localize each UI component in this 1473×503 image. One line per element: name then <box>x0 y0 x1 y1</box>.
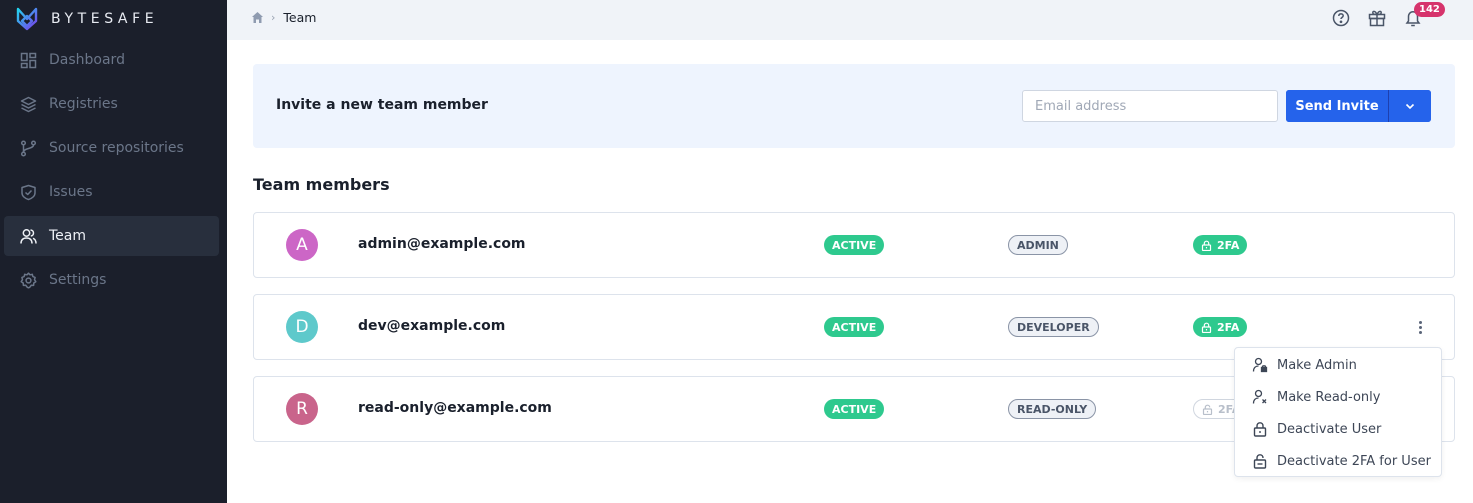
sidebar-item-label: Dashboard <box>49 52 125 68</box>
role-badge: READ-ONLY <box>1008 399 1097 419</box>
unlock-icon <box>1202 404 1213 415</box>
notification-count-badge: 142 <box>1414 2 1445 17</box>
more-options-button[interactable] <box>1412 317 1428 337</box>
invite-panel: Invite a new team member Send Invite <box>253 64 1455 148</box>
menu-item-deactivate-user[interactable]: Deactivate User <box>1235 413 1441 445</box>
bytesafe-logo-icon <box>16 7 38 31</box>
menu-item-label: Make Admin <box>1277 357 1357 373</box>
sidebar-item-issues[interactable]: Issues <box>4 172 219 212</box>
gear-icon <box>20 271 37 289</box>
status-badge: ACTIVE <box>824 317 885 337</box>
role-badge: DEVELOPER <box>1008 317 1099 337</box>
menu-item-make-read-only[interactable]: Make Read-only <box>1235 381 1441 413</box>
sidebar-item-label: Settings <box>49 272 107 288</box>
users-icon <box>20 228 37 245</box>
breadcrumb-current: Team <box>283 10 317 25</box>
chevron-down-icon <box>1405 103 1415 109</box>
member-actions-menu: Make Admin Make Read-only Deactivate Use… <box>1234 347 1442 477</box>
member-row: A admin@example.com ACTIVE ADMIN 2FA <box>253 212 1455 278</box>
role-badge: ADMIN <box>1008 235 1068 255</box>
shield-check-icon <box>20 184 37 201</box>
avatar: A <box>286 229 318 261</box>
menu-item-deactivate-2fa[interactable]: Deactivate 2FA for User <box>1235 445 1441 477</box>
2fa-label: 2FA <box>1217 320 1240 334</box>
team-members-heading: Team members <box>253 175 390 194</box>
help-button[interactable] <box>1331 8 1351 28</box>
dashboard-icon <box>20 52 37 69</box>
user-x-icon <box>1252 389 1267 404</box>
help-icon <box>1332 9 1350 27</box>
notifications-button[interactable]: 142 <box>1403 2 1445 28</box>
email-input[interactable] <box>1022 90 1278 122</box>
breadcrumb-chevron-icon: › <box>271 11 276 24</box>
2fa-label: 2FA <box>1217 238 1240 252</box>
layers-icon <box>20 96 37 113</box>
sidebar-item-label: Source repositories <box>49 140 184 156</box>
send-invite-options-button[interactable] <box>1388 90 1431 122</box>
menu-item-make-admin[interactable]: Make Admin <box>1235 349 1441 381</box>
lock-icon <box>1201 322 1212 333</box>
home-icon[interactable] <box>251 11 264 24</box>
brand-name: BYTESAFE <box>51 11 159 27</box>
sidebar-item-dashboard[interactable]: Dashboard <box>4 40 219 80</box>
sidebar-item-label: Registries <box>49 96 118 112</box>
sidebar-item-source-repositories[interactable]: Source repositories <box>4 128 219 168</box>
unlock-icon <box>1253 454 1267 469</box>
lock-icon <box>1253 422 1267 437</box>
2fa-badge: 2FA <box>1193 317 1248 337</box>
kebab-dot <box>1418 320 1422 324</box>
sidebar-item-registries[interactable]: Registries <box>4 84 219 124</box>
status-badge: ACTIVE <box>824 399 885 419</box>
invite-title: Invite a new team member <box>276 97 488 113</box>
send-invite-button[interactable]: Send Invite <box>1286 90 1388 122</box>
gift-button[interactable] <box>1367 8 1387 28</box>
gift-icon <box>1368 10 1386 27</box>
sidebar: BYTESAFE Dashboard Registries Source rep… <box>0 0 227 503</box>
sidebar-item-label: Issues <box>49 184 93 200</box>
2fa-badge: 2FA <box>1193 235 1248 255</box>
git-branch-icon <box>20 139 37 157</box>
sidebar-item-settings[interactable]: Settings <box>4 260 219 300</box>
menu-item-label: Make Read-only <box>1277 389 1381 405</box>
member-email: dev@example.com <box>358 318 506 334</box>
kebab-dot <box>1418 330 1422 334</box>
user-lock-icon <box>1252 357 1268 373</box>
brand-logo[interactable]: BYTESAFE <box>16 6 158 32</box>
kebab-dot <box>1418 325 1422 329</box>
sidebar-item-label: Team <box>49 228 87 244</box>
member-email: admin@example.com <box>358 236 526 252</box>
status-badge: ACTIVE <box>824 235 885 255</box>
breadcrumb: › Team <box>251 10 316 25</box>
sidebar-nav: Dashboard Registries Source repositories… <box>4 40 219 304</box>
member-email: read-only@example.com <box>358 400 552 416</box>
send-invite-group: Send Invite <box>1286 90 1431 122</box>
menu-item-label: Deactivate User <box>1277 421 1382 437</box>
lock-icon <box>1201 240 1212 251</box>
topbar-actions: 142 <box>1315 2 1445 28</box>
avatar: D <box>286 311 318 343</box>
menu-item-label: Deactivate 2FA for User <box>1277 453 1431 469</box>
avatar: R <box>286 393 318 425</box>
topbar: › Team 142 <box>227 0 1473 40</box>
sidebar-item-team[interactable]: Team <box>4 216 219 256</box>
